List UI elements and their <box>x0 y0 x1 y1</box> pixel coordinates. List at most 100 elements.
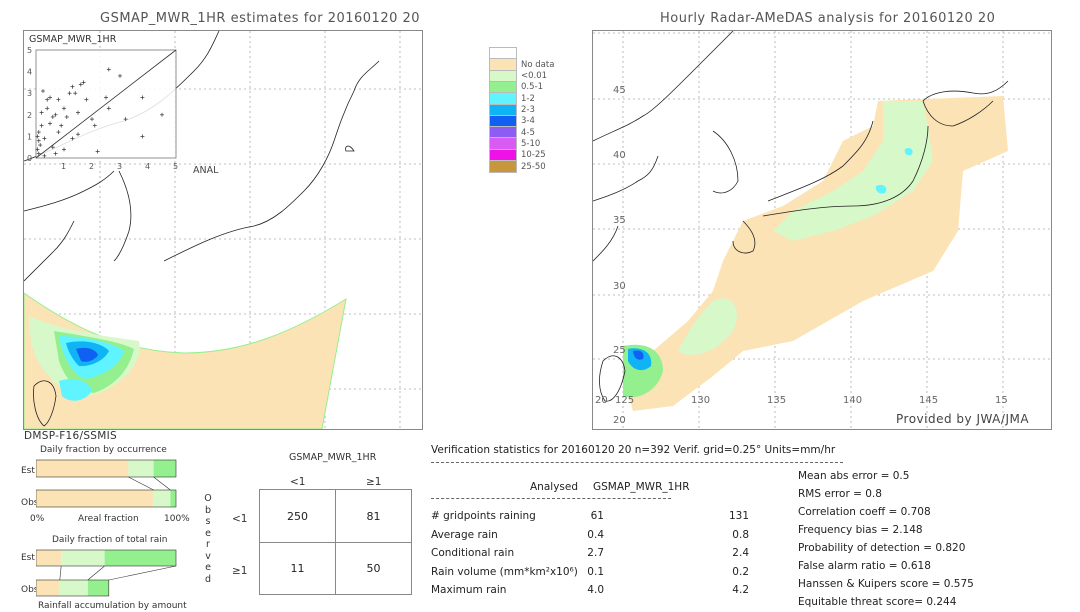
stat-label: Rain volume (mm*km²x10⁶) <box>431 565 578 578</box>
stat-model: 2.4 <box>732 547 749 559</box>
scatter-ylabel: GSMAP_MWR_1HR <box>29 34 117 45</box>
rain-connector <box>108 565 177 581</box>
total-rain-est-label: Est <box>21 553 35 563</box>
scatter-x-tick: 3 <box>117 162 122 171</box>
occurrence-axis-left: 0% <box>30 514 45 524</box>
occ-est-bar-segment <box>153 460 176 477</box>
scatter-y-tick: 4 <box>27 68 32 77</box>
score-line: Correlation coeff = 0.708 <box>798 506 931 518</box>
occ-connector <box>128 476 154 491</box>
rain-obs-bar-segment <box>36 580 60 596</box>
lat-label: 40 <box>613 150 626 161</box>
corner-label-left: 20 <box>595 395 608 406</box>
lon-label: 15 <box>995 395 1008 406</box>
legend-label: 10-25 <box>521 150 546 161</box>
contingency-col-header-1: ≥1 <box>366 476 382 488</box>
lon-label: 135 <box>767 395 787 406</box>
scatter-y-tick: 3 <box>27 89 32 98</box>
stat-model: 0.8 <box>732 528 749 541</box>
left-map-title: GSMAP_MWR_1HR estimates for 20160120 20 <box>100 11 421 26</box>
total-rain-title: Daily fraction of total rain <box>52 535 168 545</box>
right-map-canvas <box>593 31 1051 429</box>
scatter-x-tick: 2 <box>89 162 94 171</box>
rain-obs-bar-segment <box>59 580 88 596</box>
legend-label: 25-50 <box>521 161 546 172</box>
contingency-cell: 250 <box>287 509 308 523</box>
occurrence-axis-right: 100% <box>164 514 190 524</box>
occ-obs-bar-segment <box>153 490 171 507</box>
occ-est-bar-segment <box>36 460 129 477</box>
stat-analysed: 4.0 <box>587 584 604 596</box>
row-title-letter: d <box>204 573 212 585</box>
legend-item: 25-50 <box>489 160 546 173</box>
scatter-x-tick: 1 <box>61 162 66 171</box>
row-title-letter: e <box>205 527 211 539</box>
total-rain-chart <box>36 549 177 597</box>
scatter-plot: 0 1 1 2 2 3 3 4 4 5 5 <box>27 46 178 171</box>
contingency-row-header-0: <1 <box>232 513 248 525</box>
lat-label: 45 <box>613 85 626 96</box>
occ-est-bar-segment <box>128 460 154 477</box>
lon-label: 130 <box>691 395 711 406</box>
rain-connector <box>59 565 62 581</box>
rain-est-bar-segment <box>104 550 176 566</box>
lat-label: 30 <box>613 281 626 292</box>
legend-label: 3-4 <box>521 116 535 127</box>
contingency-col-header-0: <1 <box>290 476 306 488</box>
stat-model: 131 <box>728 510 749 522</box>
stat-analysed: 0.1 <box>587 565 604 578</box>
legend-label: 2-3 <box>521 105 535 115</box>
column-model: GSMAP_MWR_1HR <box>593 481 690 493</box>
column-analysed: Analysed <box>530 481 578 493</box>
legend-label: <0.01 <box>521 71 548 82</box>
right-map-title: Hourly Radar-AMeDAS analysis for 2016012… <box>660 11 996 26</box>
occurrence-axis-title: Areal fraction <box>78 514 139 524</box>
credit-text: Provided by JWA/JMA <box>896 412 1030 426</box>
legend-label: 0.5-1 <box>521 82 543 93</box>
lat-label: 25 <box>613 345 626 356</box>
occurrence-title: Daily fraction by occurrence <box>40 445 167 455</box>
rain-connector <box>87 565 105 581</box>
legend-label: No data <box>521 59 555 70</box>
score-line: Probability of detection = 0.820 <box>798 542 966 554</box>
scatter-y-tick: 5 <box>27 46 32 55</box>
right-map: 45 40 35 30 25 20 125 130 135 140 145 15 20 Provid… <box>592 30 1052 430</box>
contingency-row-header-1: ≥1 <box>232 565 248 577</box>
lon-label: 125 <box>615 395 635 406</box>
row-title-letter: O <box>204 493 212 504</box>
color-legend: No data <0.01 0.5-1 1-2 2-3 3-4 4-5 5-10 10-25 25… <box>489 47 569 178</box>
lat-label: 35 <box>613 215 626 226</box>
score-line: Frequency bias = 2.148 <box>798 524 923 536</box>
stat-label: Average rain <box>431 528 498 541</box>
corner-label-bottom: 20 <box>613 415 626 426</box>
left-map: GSMAP_MWR_1HR 0 1 1 2 2 3 3 4 4 5 5 ANAL <box>23 30 423 430</box>
score-line: RMS error = 0.8 <box>798 488 882 500</box>
row-title-letter: s <box>205 516 211 527</box>
stat-label: Maximum rain <box>431 584 507 596</box>
total-rain-footer: Rainfall accumulation by amount <box>38 601 187 611</box>
row-title-letter: b <box>204 504 212 516</box>
right-rain-swath <box>623 96 1008 411</box>
score-line: Hanssen & Kuipers score = 0.575 <box>798 578 974 590</box>
contingency-cell: 50 <box>366 562 381 575</box>
occurrence-chart <box>36 459 177 508</box>
occ-obs-bar-segment <box>170 490 176 507</box>
scatter-xlabel: ANAL <box>193 165 219 176</box>
occ-connector <box>153 476 171 491</box>
contingency-table: 250 81 11 50 <box>259 489 412 595</box>
rain-est-bar-segment <box>36 550 62 566</box>
scatter-y-tick: 2 <box>27 111 32 120</box>
rain-est-bar-segment <box>61 550 105 566</box>
occurrence-est-label: Est <box>21 466 35 476</box>
lon-label: 145 <box>919 395 939 406</box>
stat-label: Conditional rain <box>431 547 515 559</box>
contingency-column-title: GSMAP_MWR_1HR <box>289 452 377 463</box>
satellite-label: DMSP-F16/SSMIS <box>24 430 117 442</box>
verification-header-rule <box>431 462 843 463</box>
stat-model: 0.2 <box>732 565 749 578</box>
row-title-letter: r <box>206 539 210 550</box>
lon-label: 140 <box>843 395 863 406</box>
legend-label: 4-5 <box>521 127 535 138</box>
legend-swatch <box>489 160 517 173</box>
row-title-letter: v <box>205 550 211 562</box>
